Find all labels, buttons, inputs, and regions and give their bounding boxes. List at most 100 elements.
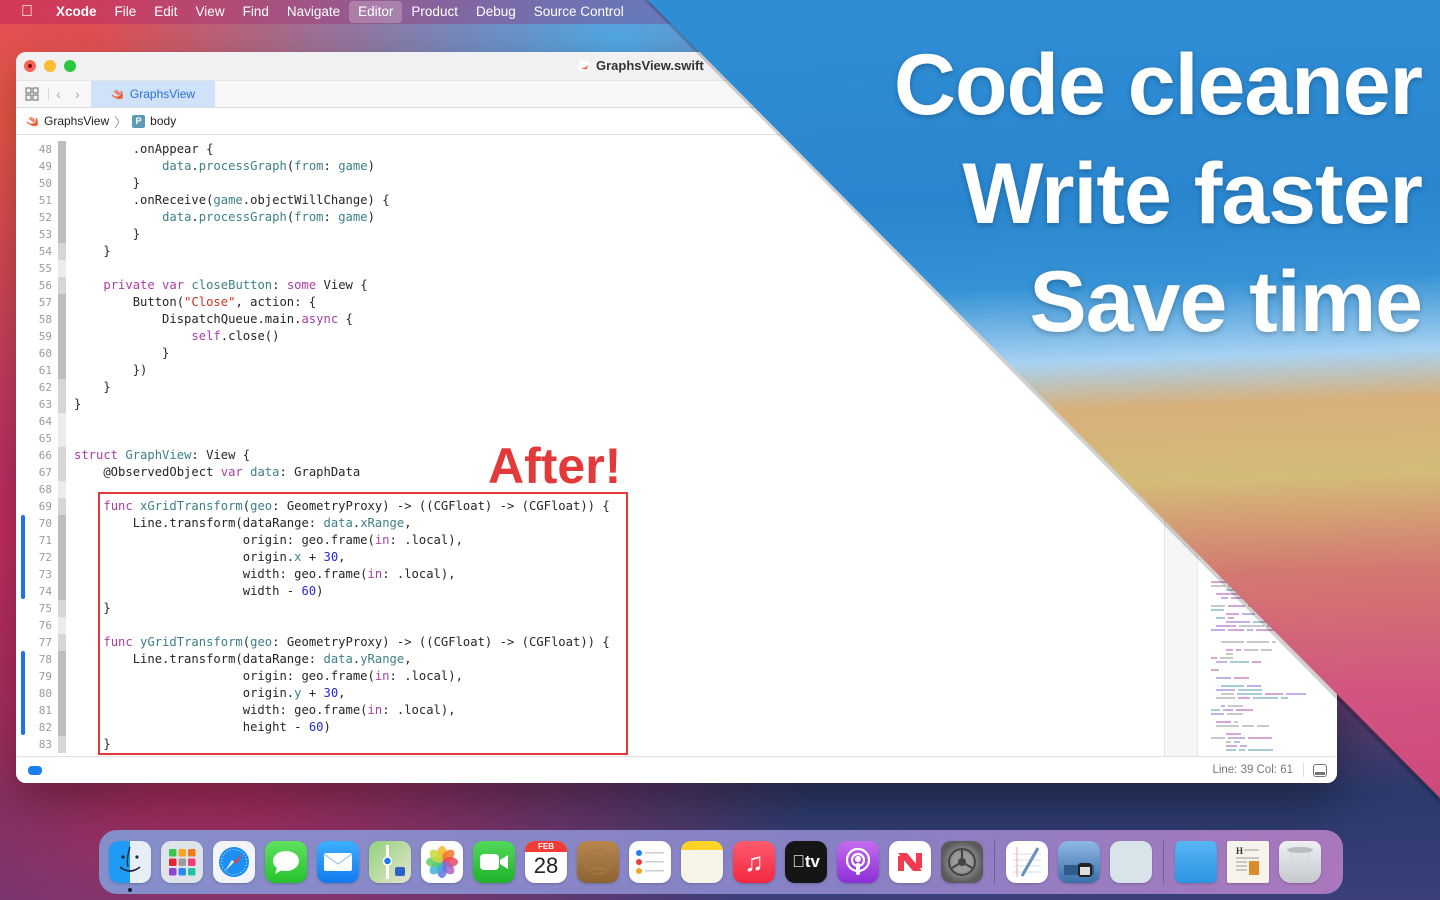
dock-podcasts-icon[interactable]: [837, 841, 879, 883]
tab-graphsview[interactable]: GraphsView: [91, 81, 215, 107]
dock-blank-app-icon[interactable]: [1110, 841, 1152, 883]
code-line[interactable]: 51 .onReceive(game.objectWillChange) {: [16, 192, 610, 209]
dock-launchpad-icon[interactable]: [161, 841, 203, 883]
panel-toggle-icon[interactable]: [1313, 763, 1327, 777]
code-folding-ribbon[interactable]: [58, 158, 66, 175]
menu-file[interactable]: File: [106, 1, 146, 23]
menu-source-control[interactable]: Source Control: [525, 1, 633, 23]
code-folding-ribbon[interactable]: [58, 668, 66, 685]
dock-contacts-icon[interactable]: [577, 841, 619, 883]
code-line[interactable]: 49 data.processGraph(from: game): [16, 158, 610, 175]
dock-facetime-icon[interactable]: [473, 841, 515, 883]
code-folding-ribbon[interactable]: [58, 719, 66, 736]
menu-product[interactable]: Product: [402, 1, 467, 23]
code-folding-ribbon[interactable]: [58, 634, 66, 651]
code-folding-ribbon[interactable]: [58, 651, 66, 668]
dock-textedit-icon[interactable]: [1006, 841, 1048, 883]
menu-navigate[interactable]: Navigate: [278, 1, 349, 23]
code-line[interactable]: 50 }: [16, 175, 610, 192]
code-folding-ribbon[interactable]: [58, 175, 66, 192]
code-folding-ribbon[interactable]: [58, 685, 66, 702]
dock-calendar-icon[interactable]: FEB 28: [525, 841, 567, 883]
code-folding-ribbon[interactable]: [58, 702, 66, 719]
code-line[interactable]: 60 }: [16, 345, 610, 362]
breadcrumb-symbol[interactable]: body: [150, 114, 176, 128]
related-items-button[interactable]: [16, 81, 48, 107]
code-folding-ribbon[interactable]: [58, 192, 66, 209]
change-indicator-bar[interactable]: [21, 515, 25, 599]
code-line[interactable]: 48 .onAppear {: [16, 141, 610, 158]
code-folding-ribbon[interactable]: [58, 277, 66, 294]
code-folding-ribbon[interactable]: [58, 498, 66, 515]
code-folding-ribbon[interactable]: [58, 226, 66, 243]
code-folding-ribbon[interactable]: [58, 328, 66, 345]
dock-preview-icon[interactable]: [1058, 841, 1100, 883]
dock-notes-icon[interactable]: [681, 841, 723, 883]
apple-menu-icon[interactable]: : [0, 3, 54, 21]
dock-maps-icon[interactable]: [369, 841, 411, 883]
menu-view[interactable]: View: [187, 1, 234, 23]
code-folding-ribbon[interactable]: [58, 549, 66, 566]
dock-mail-icon[interactable]: [317, 841, 359, 883]
code-folding-ribbon[interactable]: [58, 515, 66, 532]
dock-document-icon[interactable]: H: [1227, 841, 1269, 883]
code-folding-ribbon[interactable]: [58, 600, 66, 617]
code-folding-ribbon[interactable]: [58, 141, 66, 158]
dock-system-preferences-icon[interactable]: [941, 841, 983, 883]
code-folding-ribbon[interactable]: [58, 481, 66, 498]
code-folding-ribbon[interactable]: [58, 311, 66, 328]
code-folding-ribbon[interactable]: [58, 396, 66, 413]
dock-downloads-folder-icon[interactable]: [1175, 841, 1217, 883]
code-line[interactable]: 52 data.processGraph(from: game): [16, 209, 610, 226]
code-line[interactable]: 61 }): [16, 362, 610, 379]
dock-finder-icon[interactable]: [109, 841, 151, 892]
dock-music-icon[interactable]: ♫: [733, 841, 775, 883]
debug-area-toggle-icon[interactable]: [28, 765, 42, 775]
code-line[interactable]: 57 Button("Close", action: {: [16, 294, 610, 311]
code-line[interactable]: 55: [16, 260, 610, 277]
menu-edit[interactable]: Edit: [145, 1, 186, 23]
code-line[interactable]: 54 }: [16, 243, 610, 260]
menu-editor[interactable]: Editor: [349, 1, 403, 23]
dock-tv-icon[interactable]: tv: [785, 841, 827, 883]
menu-find[interactable]: Find: [234, 1, 278, 23]
zoom-window-button[interactable]: [64, 60, 76, 72]
dock-news-icon[interactable]: [889, 841, 931, 883]
code-line[interactable]: 53 }: [16, 226, 610, 243]
dock-trash-icon[interactable]: [1279, 841, 1321, 883]
code-folding-ribbon[interactable]: [58, 430, 66, 447]
dock-safari-icon[interactable]: [213, 841, 255, 883]
code-folding-ribbon[interactable]: [58, 243, 66, 260]
code-line[interactable]: 63}: [16, 396, 610, 413]
navigate-back-button[interactable]: ‹: [49, 81, 68, 107]
code-folding-ribbon[interactable]: [58, 294, 66, 311]
code-folding-ribbon[interactable]: [58, 617, 66, 634]
code-folding-ribbon[interactable]: [58, 447, 66, 464]
dock-photos-icon[interactable]: [421, 841, 463, 883]
code-folding-ribbon[interactable]: [58, 362, 66, 379]
code-folding-ribbon[interactable]: [58, 566, 66, 583]
close-window-button[interactable]: [24, 60, 36, 72]
change-indicator-bar[interactable]: [21, 651, 25, 735]
code-line[interactable]: 64: [16, 413, 610, 430]
code-folding-ribbon[interactable]: [58, 413, 66, 430]
code-folding-ribbon[interactable]: [58, 532, 66, 549]
code-folding-ribbon[interactable]: [58, 583, 66, 600]
code-line[interactable]: 59 self.close(): [16, 328, 610, 345]
dock-reminders-icon[interactable]: [629, 841, 671, 883]
breadcrumb-file[interactable]: GraphsView: [44, 114, 109, 128]
navigate-forward-button[interactable]: ›: [68, 81, 87, 107]
code-line[interactable]: 62 }: [16, 379, 610, 396]
code-line[interactable]: 58 DispatchQueue.main.async {: [16, 311, 610, 328]
code-folding-ribbon[interactable]: [58, 379, 66, 396]
dock-messages-icon[interactable]: [265, 841, 307, 883]
code-folding-ribbon[interactable]: [58, 345, 66, 362]
code-folding-ribbon[interactable]: [58, 736, 66, 753]
code-folding-ribbon[interactable]: [58, 260, 66, 277]
code-folding-ribbon[interactable]: [58, 464, 66, 481]
code-folding-ribbon[interactable]: [58, 209, 66, 226]
minimize-window-button[interactable]: [44, 60, 56, 72]
menu-xcode[interactable]: Xcode: [54, 1, 106, 23]
code-line[interactable]: 56 private var closeButton: some View {: [16, 277, 610, 294]
menu-debug[interactable]: Debug: [467, 1, 525, 23]
